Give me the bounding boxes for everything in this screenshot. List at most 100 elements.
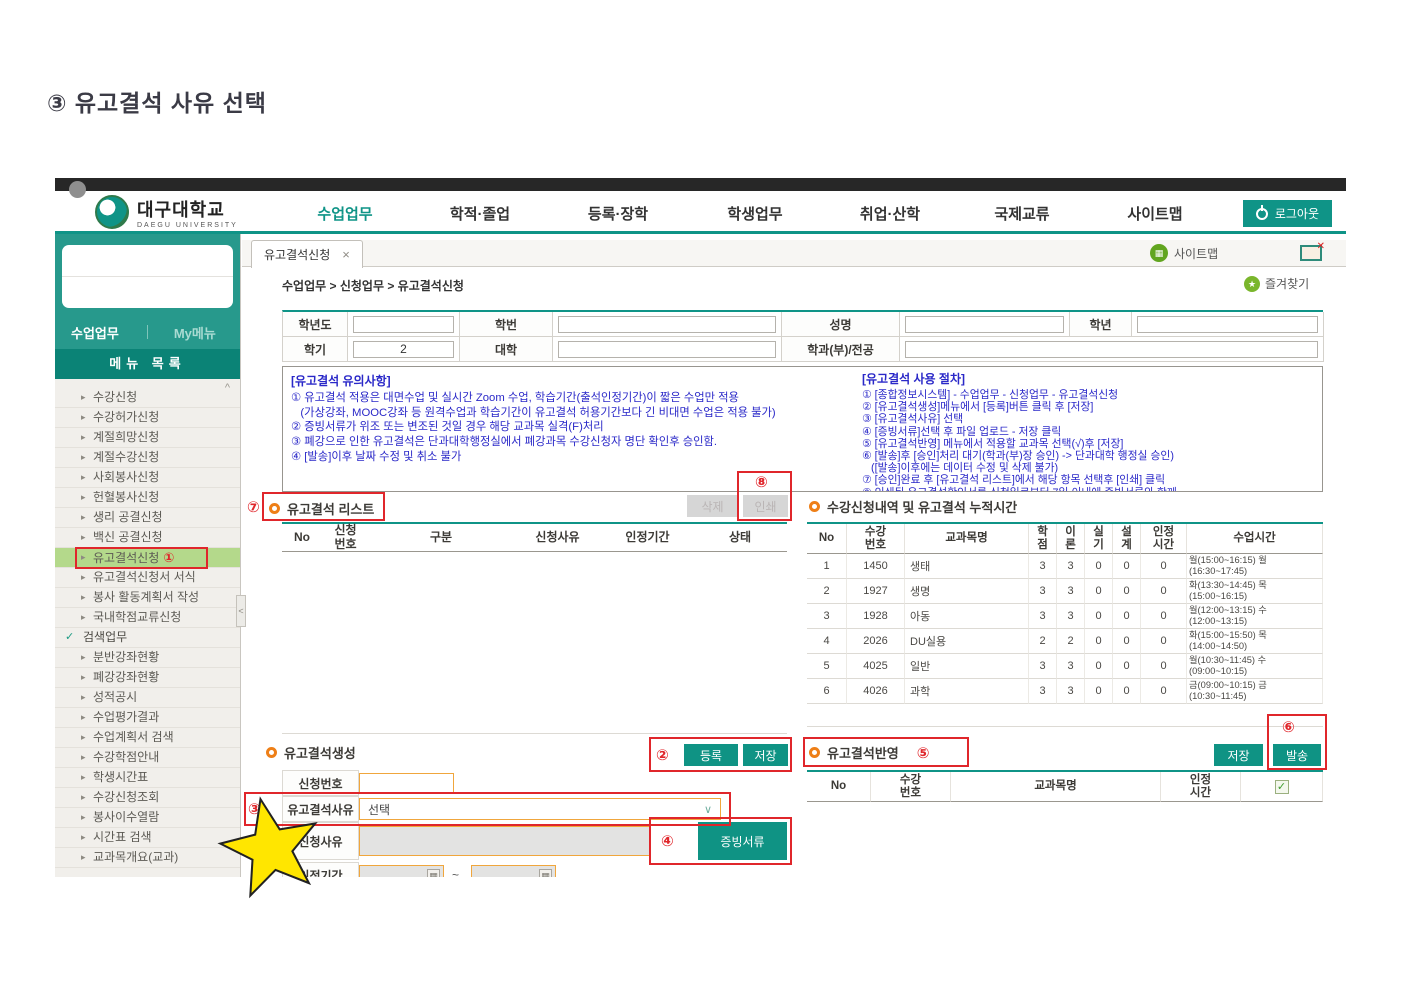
send-button[interactable]: 발송 — [1273, 744, 1321, 766]
delete-button[interactable]: 삭제 — [687, 495, 738, 517]
cell: 0 — [1113, 654, 1141, 679]
nav-item-classwork[interactable]: 수업업무 — [317, 203, 372, 224]
cell: 3 — [1029, 579, 1057, 604]
section-bullet-icon — [809, 747, 820, 758]
sidebar-item-division-status[interactable]: ▸ 분반강좌현황 — [55, 648, 240, 668]
cell: 1 — [807, 554, 847, 579]
triangle-icon: ▸ — [81, 752, 86, 762]
grade-input[interactable] — [1137, 315, 1318, 333]
cell: 0 — [1141, 554, 1187, 579]
sidebar-item-social-service[interactable]: ▸ 사회봉사신청 — [55, 468, 240, 488]
nav-item-registration[interactable]: 등록·장학 — [588, 203, 648, 224]
period-start-input[interactable]: ▦ — [359, 865, 444, 877]
absence-list-table: No 신청 번호 구분 신청사유 인정기간 상태 — [282, 522, 787, 734]
sidebar-item-credit-exchange[interactable]: ▸ 국내학점교류신청 — [55, 608, 240, 628]
sidebar-item-blood-service[interactable]: ▸ 헌혈봉사신청 — [55, 488, 240, 508]
reason-type-select[interactable]: 선택 ∨ — [359, 798, 721, 820]
sidebar-item-vaccine-absence[interactable]: ▸ 백신 공결신청 — [55, 528, 240, 548]
sidebar-item-closed-status[interactable]: ▸ 폐강강좌현황 — [55, 668, 240, 688]
app-header: 대구대학교 DAEGU UNIVERSITY 수업업무 학적·졸업 등록·장학 … — [55, 191, 1346, 234]
sidebar-item-course-register[interactable]: ▸ 수강신청 — [55, 388, 240, 408]
select-all-checkbox[interactable]: ✓ — [1274, 779, 1289, 794]
university-logo: 대구대학교 DAEGU UNIVERSITY — [95, 195, 238, 229]
sidebar-collapse-handle[interactable]: < — [236, 595, 246, 627]
reason-input[interactable] — [359, 826, 651, 856]
sidebar-item-seasonal-course[interactable]: ▸ 계절수강신청 — [55, 448, 240, 468]
sidebar-menu-list: ^ ▸ 수강신청 ▸ 수강허가신청 ▸ 계절희망신청 ▸ 계절수강신청 ▸ 사회봉사신청 … — [55, 379, 240, 877]
logout-button[interactable]: 로그아웃 — [1242, 200, 1332, 227]
name-input[interactable] — [905, 315, 1064, 333]
sitemap-link[interactable]: ▦ 사이트맵 — [1150, 244, 1218, 262]
university-name-en: DAEGU UNIVERSITY — [137, 221, 238, 229]
triangle-icon: ▸ — [81, 852, 86, 862]
semester-label: 학기 — [283, 337, 348, 362]
nav-item-career[interactable]: 취업·산학 — [860, 203, 920, 224]
triangle-icon: ▸ — [81, 512, 86, 522]
sidebar-section-label: 검색업무 — [83, 630, 128, 644]
period-end-input[interactable]: ▦ — [471, 865, 556, 877]
sidebar-item-absence-apply[interactable]: ▸ 유고결석신청 ① — [55, 547, 240, 569]
sidebar-item-label: 생리 공결신청 — [93, 510, 163, 524]
student-id-input[interactable] — [558, 315, 776, 333]
sidebar-tab-mymenu[interactable]: My메뉴 — [174, 323, 216, 342]
cell: 3 — [1029, 604, 1057, 629]
cell: 2 — [1029, 629, 1057, 654]
sidebar-item-grade-notice[interactable]: ▸ 성적공시 — [55, 688, 240, 708]
sidebar-item-menstrual-absence[interactable]: ▸ 생리 공결신청 — [55, 508, 240, 528]
sidebar-item-service-plan[interactable]: ▸ 봉사 활동계획서 작성 — [55, 588, 240, 608]
year-input[interactable] — [353, 315, 454, 333]
save-button-apply[interactable]: 저장 — [1214, 744, 1263, 766]
sidebar-item-credit-guide[interactable]: ▸ 수강학점안내 — [55, 748, 240, 768]
grade-label: 학년 — [1070, 312, 1132, 337]
triangle-icon: ▸ — [81, 792, 86, 802]
cell: 0 — [1085, 579, 1113, 604]
cell: 1450 — [847, 554, 905, 579]
favorite-button[interactable]: ★ 즐겨찾기 — [1244, 275, 1309, 292]
cell: 5 — [807, 654, 847, 679]
user-info-box — [62, 245, 233, 308]
sidebar-item-course-overview[interactable]: ▸ 교과목개요(교과) — [55, 848, 240, 868]
cell: 0 — [1113, 629, 1141, 654]
popup-window-icon[interactable]: ✕ — [1300, 241, 1325, 261]
cell: 일반 — [905, 654, 1029, 679]
semester-value: 2 — [353, 340, 454, 358]
triangle-icon: ▸ — [81, 732, 86, 742]
close-icon[interactable]: × — [342, 247, 350, 262]
nav-item-sitemap[interactable]: 사이트맵 — [1127, 203, 1182, 224]
cell: 0 — [1141, 579, 1187, 604]
save-button-create[interactable]: 저장 — [743, 744, 788, 766]
cell: 0 — [1085, 554, 1113, 579]
triangle-icon: ▸ — [81, 532, 86, 542]
college-input[interactable] — [558, 340, 776, 358]
tab-absence-application[interactable]: 유고결석신청 × — [251, 240, 363, 268]
sidebar-tab-classwork[interactable]: 수업업무 — [71, 323, 119, 342]
sidebar-item-course-permit[interactable]: ▸ 수강허가신청 — [55, 408, 240, 428]
triangle-icon: ▸ — [81, 672, 86, 682]
print-button[interactable]: 인쇄 — [743, 495, 788, 517]
cell: 생태 — [905, 554, 1029, 579]
major-input[interactable] — [905, 340, 1318, 358]
nav-item-records[interactable]: 학적·졸업 — [450, 203, 510, 224]
divider — [62, 276, 233, 277]
sidebar-item-label: 봉사이수열람 — [93, 810, 160, 824]
cell: 화(15:00~15:50) 목(14:00~14:50) — [1187, 629, 1323, 654]
sidebar-section-search[interactable]: ✓ 검색업무 — [55, 628, 240, 648]
evidence-button[interactable]: 증빙서류 — [698, 822, 787, 860]
nav-item-international[interactable]: 국제교류 — [994, 203, 1049, 224]
sidebar-item-syllabus-search[interactable]: ▸ 수업계획서 검색 — [55, 728, 240, 748]
sidebar-item-timetable[interactable]: ▸ 학생시간표 — [55, 768, 240, 788]
nav-item-student[interactable]: 학생업무 — [727, 203, 782, 224]
sidebar-item-label: 사회봉사신청 — [93, 470, 160, 484]
calendar-icon[interactable]: ▦ — [539, 869, 552, 877]
register-button[interactable]: 등록 — [684, 744, 738, 766]
request-no-input[interactable] — [359, 773, 454, 793]
sidebar-item-eval-result[interactable]: ▸ 수업평가결과 — [55, 708, 240, 728]
sidebar-item-seasonal-hope[interactable]: ▸ 계절희망신청 — [55, 428, 240, 448]
sidebar-item-label: 교과목개요(교과) — [93, 850, 179, 864]
check-icon: ✓ — [65, 631, 75, 643]
sidebar-tabs: 수업업무 My메뉴 — [55, 315, 240, 349]
reason-type-value: 선택 — [368, 802, 391, 817]
sidebar-item-label: 시간표 검색 — [93, 830, 152, 844]
calendar-icon[interactable]: ▦ — [427, 869, 440, 877]
sidebar-item-absence-form[interactable]: ▸ 유고결석신청서 서식 — [55, 568, 240, 588]
